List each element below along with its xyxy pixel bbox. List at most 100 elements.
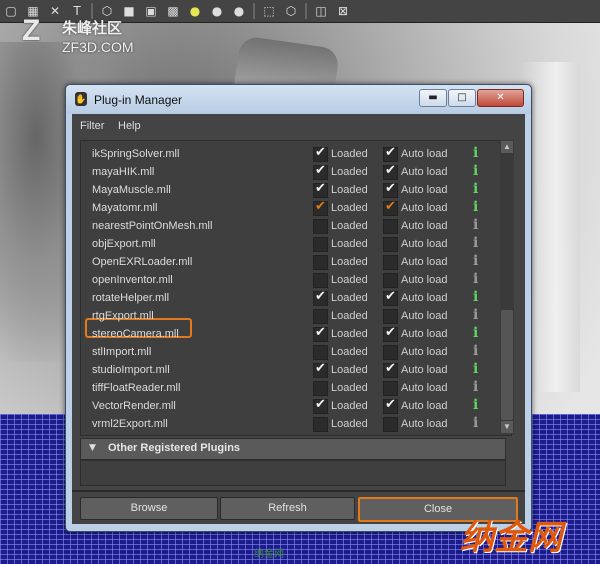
plugin-name: openInventor.mll	[92, 274, 173, 286]
plugin-info-icon[interactable]: i	[473, 397, 478, 413]
plugin-info-icon[interactable]: i	[473, 415, 478, 431]
checker-icon[interactable]: ▩	[164, 2, 182, 20]
other-plugins-section-header[interactable]: ▼ Other Registered Plugins	[80, 438, 506, 460]
plugin-info-icon[interactable]: i	[473, 361, 478, 377]
sphere-icon[interactable]: ●	[230, 2, 248, 20]
watermark-logo: Z 朱峰社区 ZF3D.COM	[22, 14, 134, 56]
loaded-label: Loaded	[331, 202, 368, 214]
loaded-checkbox[interactable]	[313, 361, 328, 378]
loaded-checkbox[interactable]	[313, 219, 328, 234]
auto-load-label: Auto load	[401, 310, 448, 322]
loaded-label: Loaded	[331, 364, 368, 376]
plugin-list-scrollbar[interactable]: ▲ ▼	[500, 140, 514, 434]
scroll-up-arrow-icon[interactable]: ▲	[501, 141, 513, 153]
auto-load-checkbox[interactable]	[383, 273, 398, 288]
plugin-row: vrml2Export.mll Loaded Auto load i	[81, 415, 511, 433]
collapse-triangle-icon[interactable]: ▼	[89, 443, 96, 453]
plugin-info-icon[interactable]: i	[473, 217, 478, 233]
textured-cube-icon[interactable]: ▣	[142, 2, 160, 20]
loaded-label: Loaded	[331, 256, 368, 268]
text-icon[interactable]: T	[68, 2, 86, 20]
section-label: Other Registered Plugins	[108, 442, 241, 454]
refresh-button[interactable]: Refresh	[220, 497, 355, 520]
auto-load-checkbox[interactable]	[383, 163, 398, 180]
loaded-checkbox[interactable]	[313, 163, 328, 180]
plugin-info-icon[interactable]: i	[473, 181, 478, 197]
loaded-checkbox[interactable]	[313, 309, 328, 324]
title-bar[interactable]: ✋ Plug-in Manager ▬ □ ✕	[66, 85, 531, 114]
plugin-info-icon[interactable]: i	[473, 235, 478, 251]
loaded-checkbox[interactable]	[313, 273, 328, 288]
plugin-info-icon[interactable]: i	[473, 325, 478, 341]
plugin-info-icon[interactable]: i	[473, 379, 478, 395]
plugin-row: OpenEXRLoader.mll Loaded Auto load i	[81, 253, 511, 271]
auto-load-label: Auto load	[401, 328, 448, 340]
auto-load-checkbox[interactable]	[383, 199, 398, 216]
auto-load-checkbox[interactable]	[383, 345, 398, 360]
isolate-icon[interactable]: ⬡	[282, 2, 300, 20]
loaded-label: Loaded	[331, 166, 368, 178]
plugin-info-icon[interactable]: i	[473, 199, 478, 215]
loaded-checkbox[interactable]	[313, 289, 328, 306]
auto-load-checkbox[interactable]	[383, 219, 398, 234]
window-close-button[interactable]: ✕	[477, 89, 524, 107]
plugin-info-icon[interactable]: i	[473, 343, 478, 359]
plugin-info-icon[interactable]: i	[473, 253, 478, 269]
browse-button[interactable]: Browse	[80, 497, 218, 520]
sphere-icon[interactable]: ●	[208, 2, 226, 20]
loaded-checkbox[interactable]	[313, 181, 328, 198]
loaded-checkbox[interactable]	[313, 325, 328, 342]
loaded-label: Loaded	[331, 328, 368, 340]
plugin-info-icon[interactable]: i	[473, 145, 478, 161]
loaded-checkbox[interactable]	[313, 199, 328, 216]
menu-help[interactable]: Help	[118, 120, 141, 132]
auto-load-checkbox[interactable]	[383, 417, 398, 432]
loaded-checkbox[interactable]	[313, 397, 328, 414]
watermark-small: 纳金网	[254, 549, 284, 560]
film-gate-icon[interactable]: ⊠	[334, 2, 352, 20]
auto-load-checkbox[interactable]	[383, 237, 398, 252]
wireframe-cube-icon[interactable]: ⬡	[98, 2, 116, 20]
x-icon[interactable]: ✕	[46, 2, 64, 20]
auto-load-checkbox[interactable]	[383, 181, 398, 198]
plugin-name: nearestPointOnMesh.mll	[92, 220, 213, 232]
auto-load-checkbox[interactable]	[383, 145, 398, 162]
minimize-button[interactable]: ▬	[419, 89, 447, 107]
loaded-label: Loaded	[331, 184, 368, 196]
plugin-info-icon[interactable]: i	[473, 271, 478, 287]
plugin-info-icon[interactable]: i	[473, 163, 478, 179]
auto-load-label: Auto load	[401, 364, 448, 376]
scrollbar-thumb[interactable]	[501, 310, 513, 420]
plugin-row: mayaHIK.mll Loaded Auto load i	[81, 163, 511, 181]
xray-icon[interactable]: ⬚	[260, 2, 278, 20]
resolution-gate-icon[interactable]: ◫	[312, 2, 330, 20]
auto-load-checkbox[interactable]	[383, 381, 398, 396]
watermark-brand: 纳金网	[460, 518, 562, 558]
auto-load-checkbox[interactable]	[383, 255, 398, 270]
loaded-checkbox[interactable]	[313, 381, 328, 396]
scroll-down-arrow-icon[interactable]: ▼	[501, 421, 513, 433]
shaded-cube-icon[interactable]: ■	[120, 2, 138, 20]
plugin-row: Mayatomr.mll Loaded Auto load i	[81, 199, 511, 217]
auto-load-checkbox[interactable]	[383, 361, 398, 378]
loaded-checkbox[interactable]	[313, 345, 328, 360]
light-icon[interactable]: ●	[186, 2, 204, 20]
plugin-info-icon[interactable]: i	[473, 289, 478, 305]
auto-load-label: Auto load	[401, 274, 448, 286]
auto-load-checkbox[interactable]	[383, 397, 398, 414]
maximize-button[interactable]: □	[448, 89, 476, 107]
plugin-name: studioImport.mll	[92, 364, 170, 376]
plugin-list: ikSpringSolver.mllLoadedAuto loadimayaHI…	[80, 140, 512, 436]
auto-load-checkbox[interactable]	[383, 289, 398, 306]
auto-load-checkbox[interactable]	[383, 325, 398, 342]
select-tool-icon[interactable]: ▢	[2, 2, 20, 20]
plugin-row: studioImport.mll Loaded Auto load i	[81, 361, 511, 379]
loaded-checkbox[interactable]	[313, 255, 328, 270]
plugin-info-icon[interactable]: i	[473, 307, 478, 323]
auto-load-label: Auto load	[401, 418, 448, 430]
loaded-checkbox[interactable]	[313, 417, 328, 432]
loaded-checkbox[interactable]	[313, 145, 328, 162]
loaded-checkbox[interactable]	[313, 237, 328, 252]
menu-filter[interactable]: Filter	[80, 120, 104, 132]
auto-load-checkbox[interactable]	[383, 309, 398, 324]
